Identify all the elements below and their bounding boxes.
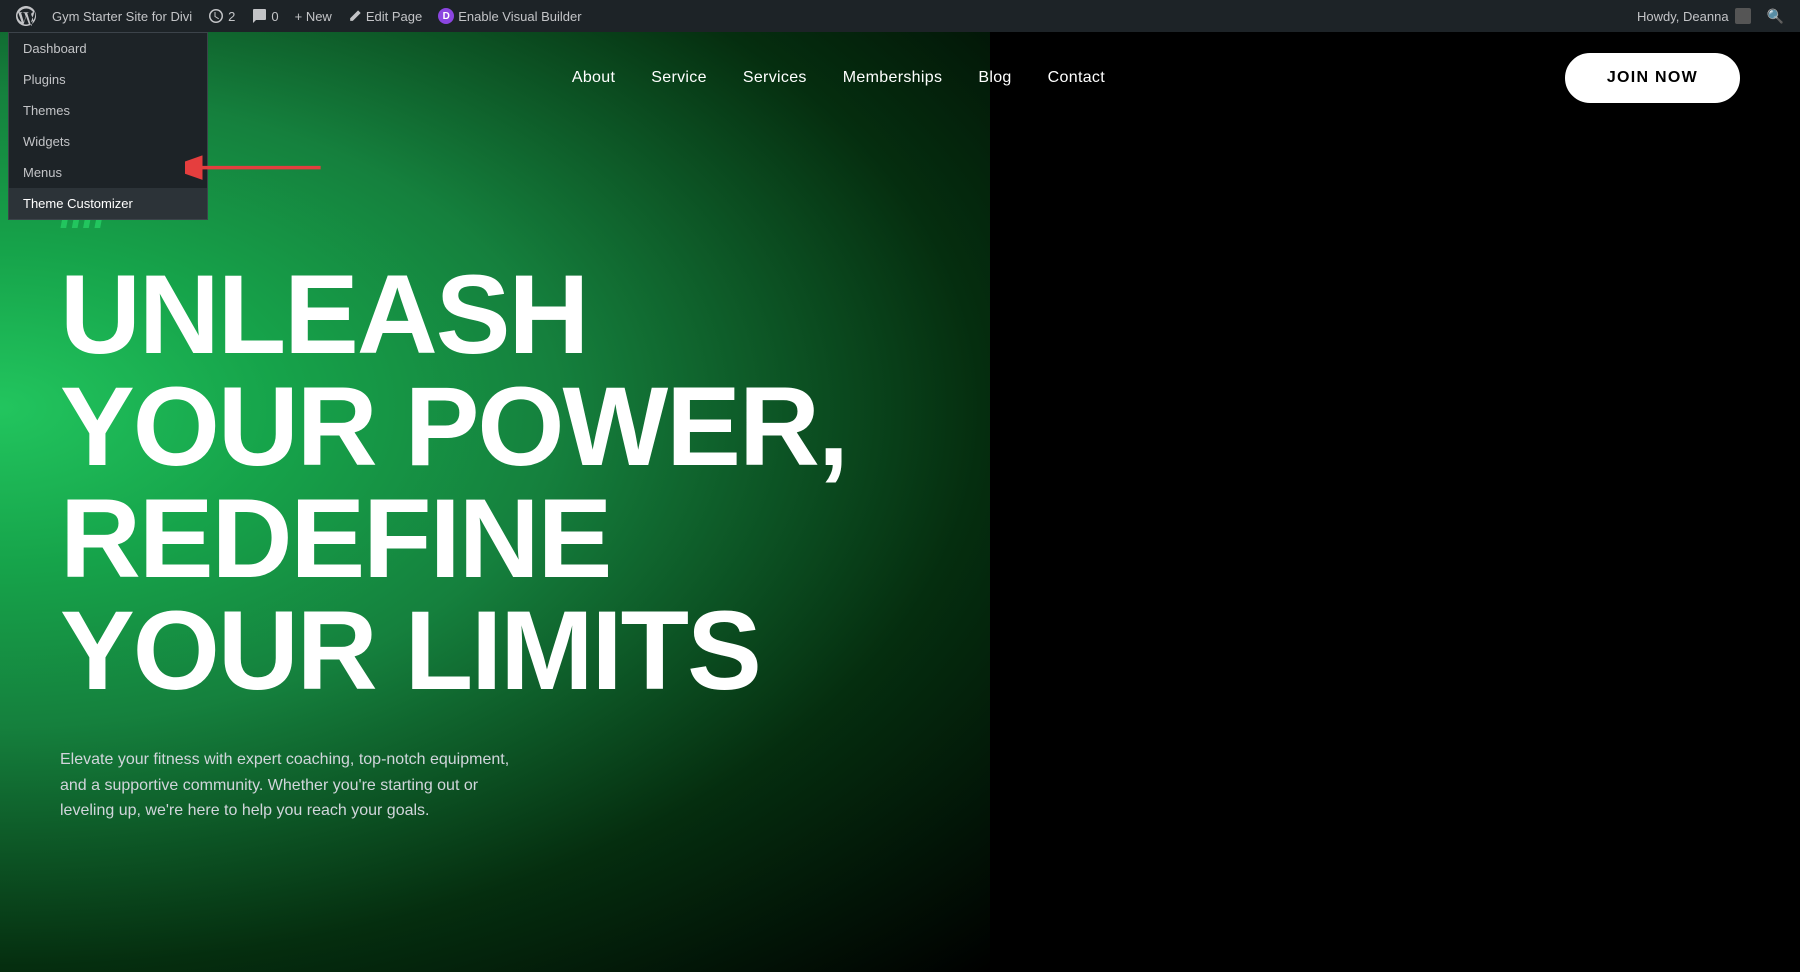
comments-count: 0	[271, 9, 278, 24]
site-name[interactable]: Gym Starter Site for Divi	[44, 0, 200, 32]
menu-item-themes[interactable]: Themes	[9, 95, 207, 126]
edit-page-label: Edit Page	[366, 9, 422, 24]
admin-bar: Dashboard Plugins Themes Widgets Menus T…	[0, 0, 1800, 32]
nav-about[interactable]: About	[572, 69, 615, 87]
nav-blog[interactable]: Blog	[978, 69, 1011, 87]
user-avatar	[1735, 8, 1751, 24]
admin-bar-right: Howdy, Deanna 🔍	[1629, 0, 1792, 32]
nav-memberships[interactable]: Memberships	[843, 69, 943, 87]
site-header: About Service Services Memberships Blog …	[0, 32, 1800, 124]
hero-headline: UNLEASH YOUR POWER, REDEFINE YOUR LIMITS	[60, 259, 860, 707]
divi-icon: D	[438, 8, 454, 24]
edit-page-button[interactable]: Edit Page	[340, 0, 430, 32]
hero-subtext: Elevate your fitness with expert coachin…	[60, 747, 510, 824]
hero-section: //// UNLEASH YOUR POWER, REDEFINE YOUR L…	[0, 124, 1800, 864]
site-nav: About Service Services Memberships Blog …	[112, 69, 1565, 87]
join-now-button[interactable]: JOIN NOW	[1565, 53, 1740, 103]
wp-dropdown-menu: Dashboard Plugins Themes Widgets Menus T…	[8, 32, 208, 220]
divi-label: Enable Visual Builder	[458, 9, 581, 24]
menu-item-menus[interactable]: Menus	[9, 157, 207, 188]
comments-button[interactable]: 0	[243, 0, 286, 32]
user-menu[interactable]: Howdy, Deanna	[1629, 0, 1759, 32]
menu-item-theme-customizer[interactable]: Theme Customizer	[9, 188, 207, 219]
howdy-text: Howdy, Deanna	[1637, 9, 1729, 24]
revisions-button[interactable]: 2	[200, 0, 243, 32]
revisions-count: 2	[228, 9, 235, 24]
new-content-button[interactable]: + New	[287, 0, 340, 32]
menu-item-dashboard[interactable]: Dashboard	[9, 33, 207, 64]
hero-slashes: ////	[60, 184, 1740, 239]
nav-contact[interactable]: Contact	[1048, 69, 1105, 87]
nav-service[interactable]: Service	[651, 69, 707, 87]
menu-item-widgets[interactable]: Widgets	[9, 126, 207, 157]
nav-services[interactable]: Services	[743, 69, 807, 87]
arrow-annotation	[185, 148, 325, 188]
divi-builder-button[interactable]: D Enable Visual Builder	[430, 0, 589, 32]
menu-item-plugins[interactable]: Plugins	[9, 64, 207, 95]
wp-logo-button[interactable]: Dashboard Plugins Themes Widgets Menus T…	[8, 0, 44, 32]
admin-search-button[interactable]: 🔍	[1759, 0, 1792, 32]
